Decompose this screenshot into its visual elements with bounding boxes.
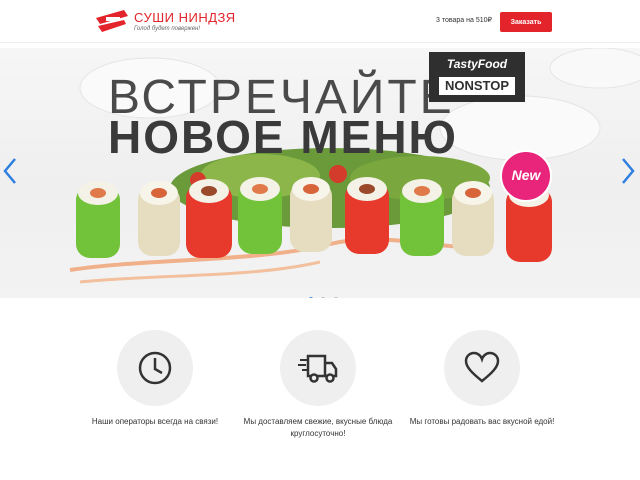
feature-text: Наши операторы всегда на связи!: [91, 417, 219, 426]
new-badge: New: [500, 150, 552, 202]
feature-delivery: Мы доставляем свежие, вкусные блюда круг…: [233, 330, 403, 440]
slider-prev-arrow[interactable]: [2, 156, 18, 186]
site-header: СУШИ НИНДЗЯ Голод будет повержен! 3 това…: [0, 0, 640, 43]
hero-title-line2: НОВОЕ МЕНЮ: [108, 111, 458, 163]
logo-subtitle: Голод будет повержен!: [134, 26, 201, 32]
feature-support: Наши операторы всегда на связи!: [70, 330, 240, 428]
chevron-right-icon: [622, 158, 635, 184]
slider-dot-3[interactable]: [333, 297, 338, 298]
clock-icon: [138, 351, 172, 385]
ninja-logo-icon: [96, 10, 128, 32]
truck-icon: [298, 354, 338, 383]
cart-summary[interactable]: 3 товара на 510₽: [436, 16, 492, 24]
logo-title: СУШИ НИНДЗЯ: [134, 10, 236, 25]
slider-dots: [309, 288, 342, 298]
heart-icon: [464, 351, 500, 383]
feature-icon-circle: [444, 330, 520, 406]
new-badge-label: New: [511, 167, 541, 183]
feature-text: Мы доставляем свежие, вкусные блюда круг…: [243, 417, 393, 438]
feature-text: Мы готовы радовать вас вкусной едой!: [409, 417, 555, 426]
slider-dot-1[interactable]: [309, 297, 313, 298]
logo[interactable]: СУШИ НИНДЗЯ Голод будет повержен!: [94, 8, 244, 36]
brand-badge: TastyFood NONSTOP: [429, 52, 525, 102]
feature-icon-circle: [280, 330, 356, 406]
feature-food: Мы готовы радовать вас вкусной едой!: [397, 330, 567, 428]
brand-tagline: NONSTOP: [439, 77, 515, 95]
feature-icon-circle: [117, 330, 193, 406]
order-button[interactable]: Заказать: [500, 12, 552, 32]
slider-next-arrow[interactable]: [620, 156, 636, 186]
brand-name: TastyFood: [446, 57, 508, 71]
chevron-left-icon: [3, 158, 16, 184]
hero-slider: ВСТРЕЧАЙТЕ НОВОЕ МЕНЮ TastyFood NONSTOP …: [0, 48, 640, 298]
